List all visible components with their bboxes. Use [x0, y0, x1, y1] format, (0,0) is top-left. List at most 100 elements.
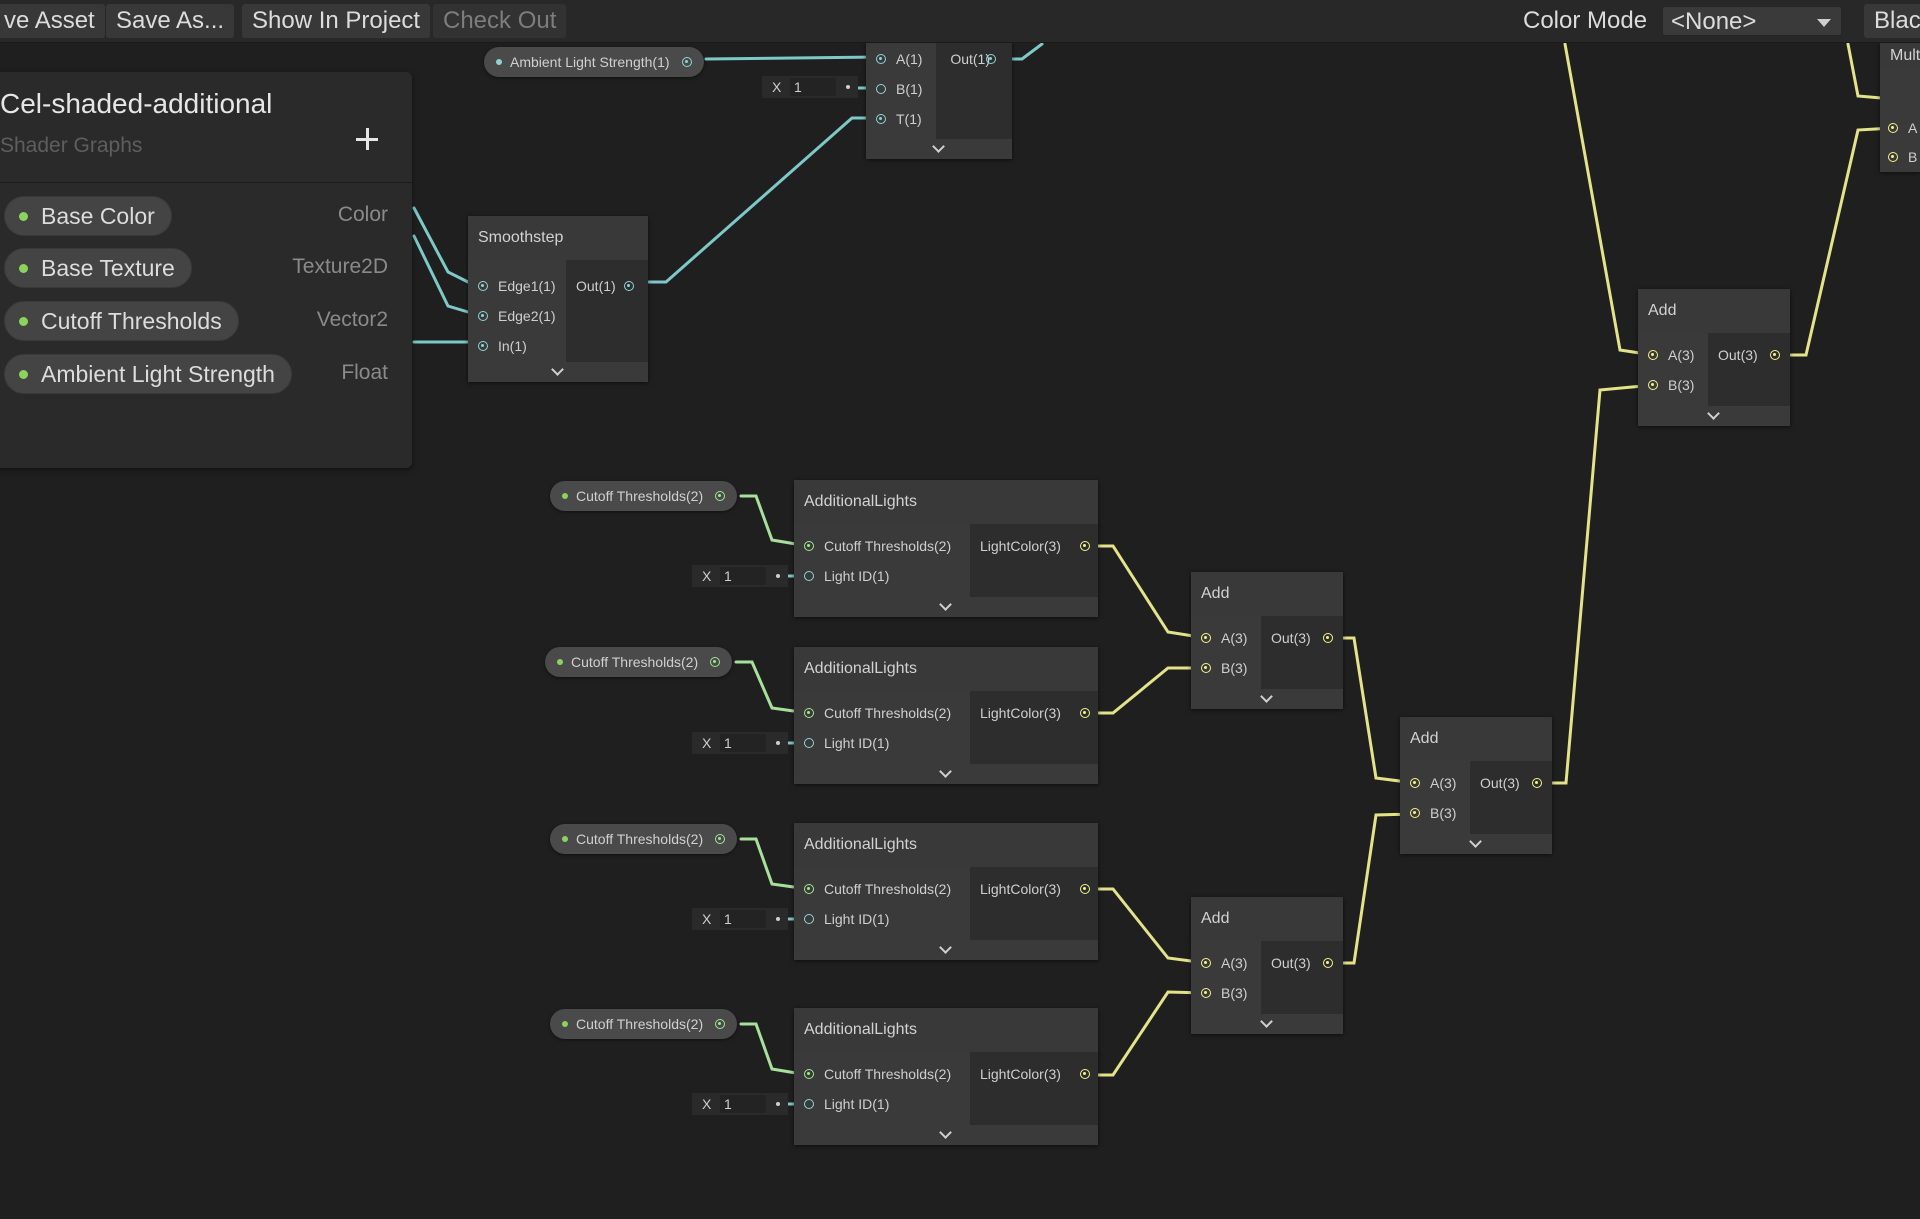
value-field[interactable]: 1: [720, 1095, 766, 1113]
input-cutoff-thresholds[interactable]: Cutoff Thresholds(2): [804, 536, 951, 556]
property-pill[interactable]: Base Texture: [4, 248, 192, 288]
check-out-button[interactable]: Check Out: [433, 4, 567, 38]
value-field[interactable]: 1: [720, 567, 766, 585]
output-light-color[interactable]: LightColor(3): [980, 536, 1090, 556]
value-field[interactable]: 1: [720, 734, 766, 752]
lerp-b-inline-field[interactable]: X 1: [762, 76, 858, 98]
property-pill[interactable]: Ambient Light Strength: [4, 354, 292, 394]
additional-lights-node-4[interactable]: AdditionalLights Cutoff Thresholds(2) Li…: [794, 1008, 1098, 1145]
port-label: Light ID(1): [824, 735, 890, 751]
input-b[interactable]: B(3): [1201, 983, 1247, 1003]
lerp-input-a[interactable]: A(1): [876, 49, 922, 69]
node-expand[interactable]: [1638, 406, 1790, 426]
smoothstep-output[interactable]: Out(1): [576, 276, 634, 296]
input-a[interactable]: A(3): [1410, 773, 1456, 793]
save-asset-button[interactable]: ve Asset: [0, 4, 105, 38]
property-node-cutoff-thresholds-4[interactable]: Cutoff Thresholds(2): [550, 1009, 738, 1039]
wire-add4-to-mult-b: [1773, 126, 1895, 357]
property-row-base-texture[interactable]: Base Texture Texture2D: [4, 248, 402, 288]
add-node-1[interactable]: Add A(3) B(3) Out(3): [1191, 572, 1343, 709]
input-light-id[interactable]: Light ID(1): [804, 909, 889, 929]
value-field[interactable]: 1: [720, 910, 766, 928]
lerp-node[interactable]: A(1) B(1) T(1) Out(1): [866, 42, 1012, 159]
lerp-input-t[interactable]: T(1): [876, 109, 922, 129]
input-cutoff-thresholds[interactable]: Cutoff Thresholds(2): [804, 703, 951, 723]
node-expand[interactable]: [794, 1125, 1098, 1145]
node-outputs: Out(3): [1261, 616, 1343, 689]
light-id-inline-field-3[interactable]: X1: [692, 908, 788, 930]
property-node-cutoff-thresholds-3[interactable]: Cutoff Thresholds(2): [550, 824, 738, 854]
property-pill[interactable]: Base Color: [4, 196, 172, 236]
input-b[interactable]: B(3): [1410, 803, 1456, 823]
lerp-input-b[interactable]: B(1): [876, 79, 922, 99]
color-mode-dropdown[interactable]: <None>: [1662, 6, 1842, 36]
smoothstep-input-in[interactable]: In(1): [478, 336, 527, 356]
blackboard-toggle-button[interactable]: Blac: [1864, 4, 1920, 38]
property-row-cutoff-thresholds[interactable]: Cutoff Thresholds Vector2: [4, 301, 402, 341]
add-node-3[interactable]: Add A(3) B(3) Out(3): [1400, 717, 1552, 854]
light-id-inline-field-1[interactable]: X1: [692, 565, 788, 587]
output[interactable]: Out(3): [1271, 628, 1333, 648]
output[interactable]: Out(3): [1271, 953, 1333, 973]
node-expand[interactable]: [1191, 1014, 1343, 1034]
add-node-4[interactable]: Add A(3) B(3) Out(3): [1638, 289, 1790, 426]
multiply-node[interactable]: Mult A B: [1880, 42, 1920, 172]
input-light-id[interactable]: Light ID(1): [804, 733, 889, 753]
output[interactable]: Out(3): [1480, 773, 1542, 793]
output-port-icon[interactable]: [715, 834, 726, 844]
smoothstep-expand[interactable]: [468, 362, 648, 382]
input-cutoff-thresholds[interactable]: Cutoff Thresholds(2): [804, 1064, 951, 1084]
property-row-ambient-light-strength[interactable]: Ambient Light Strength Float: [4, 354, 402, 394]
input-b[interactable]: B: [1888, 147, 1917, 167]
output-port-icon[interactable]: [681, 57, 692, 67]
connector-dot: [776, 574, 780, 578]
property-node-ambient-light-strength[interactable]: Ambient Light Strength(1): [484, 47, 704, 77]
input-b[interactable]: B(3): [1648, 375, 1694, 395]
input-a[interactable]: A(3): [1201, 953, 1247, 973]
node-expand[interactable]: [1191, 689, 1343, 709]
input-b[interactable]: B(3): [1201, 658, 1247, 678]
add-node-2[interactable]: Add A(3) B(3) Out(3): [1191, 897, 1343, 1034]
port-icon: [1888, 152, 1898, 162]
smoothstep-input-edge1[interactable]: Edge1(1): [478, 276, 556, 296]
input-light-id[interactable]: Light ID(1): [804, 1094, 889, 1114]
output-port-icon[interactable]: [715, 491, 726, 501]
output[interactable]: Out(3): [1718, 345, 1780, 365]
node-expand[interactable]: [794, 764, 1098, 784]
light-id-inline-field-4[interactable]: X1: [692, 1093, 788, 1115]
show-in-project-button[interactable]: Show In Project: [242, 4, 431, 38]
value-field[interactable]: 1: [790, 78, 836, 96]
port-icon: [1648, 350, 1658, 360]
smoothstep-input-edge2[interactable]: Edge2(1): [478, 306, 556, 326]
input-light-id[interactable]: Light ID(1): [804, 566, 889, 586]
input-a[interactable]: A(3): [1648, 345, 1694, 365]
port-icon: [478, 341, 488, 351]
property-node-cutoff-thresholds-1[interactable]: Cutoff Thresholds(2): [550, 481, 738, 511]
additional-lights-node-3[interactable]: AdditionalLights Cutoff Thresholds(2) Li…: [794, 823, 1098, 960]
light-id-inline-field-2[interactable]: X1: [692, 732, 788, 754]
node-expand[interactable]: [1400, 834, 1552, 854]
input-a[interactable]: A: [1888, 118, 1917, 138]
add-property-icon[interactable]: [354, 126, 382, 154]
output-light-color[interactable]: LightColor(3): [980, 1064, 1090, 1084]
save-as-button[interactable]: Save As...: [106, 4, 235, 38]
smoothstep-node[interactable]: Smoothstep Edge1(1) Edge2(1) In(1) Out(1…: [468, 216, 648, 382]
additional-lights-node-2[interactable]: AdditionalLights Cutoff Thresholds(2) Li…: [794, 647, 1098, 784]
input-cutoff-thresholds[interactable]: Cutoff Thresholds(2): [804, 879, 951, 899]
node-expand[interactable]: [794, 940, 1098, 960]
port-icon: [1770, 350, 1780, 360]
blackboard-panel[interactable]: Cel-shaded-additional Shader Graphs Base…: [0, 72, 412, 468]
property-row-base-color[interactable]: Base Color Color: [4, 196, 402, 236]
output-port-icon[interactable]: [715, 1019, 726, 1029]
property-pill[interactable]: Cutoff Thresholds: [4, 301, 239, 341]
property-node-cutoff-thresholds-2[interactable]: Cutoff Thresholds(2): [545, 647, 733, 677]
output-port-icon[interactable]: [710, 657, 721, 667]
output-light-color[interactable]: LightColor(3): [980, 703, 1090, 723]
graph-canvas[interactable]: Cel-shaded-additional Shader Graphs Base…: [0, 0, 1920, 1219]
lerp-expand[interactable]: [866, 139, 1012, 159]
port-icon: [804, 571, 814, 581]
node-expand[interactable]: [794, 597, 1098, 617]
additional-lights-node-1[interactable]: AdditionalLights Cutoff Thresholds(2) Li…: [794, 480, 1098, 617]
input-a[interactable]: A(3): [1201, 628, 1247, 648]
output-light-color[interactable]: LightColor(3): [980, 879, 1090, 899]
